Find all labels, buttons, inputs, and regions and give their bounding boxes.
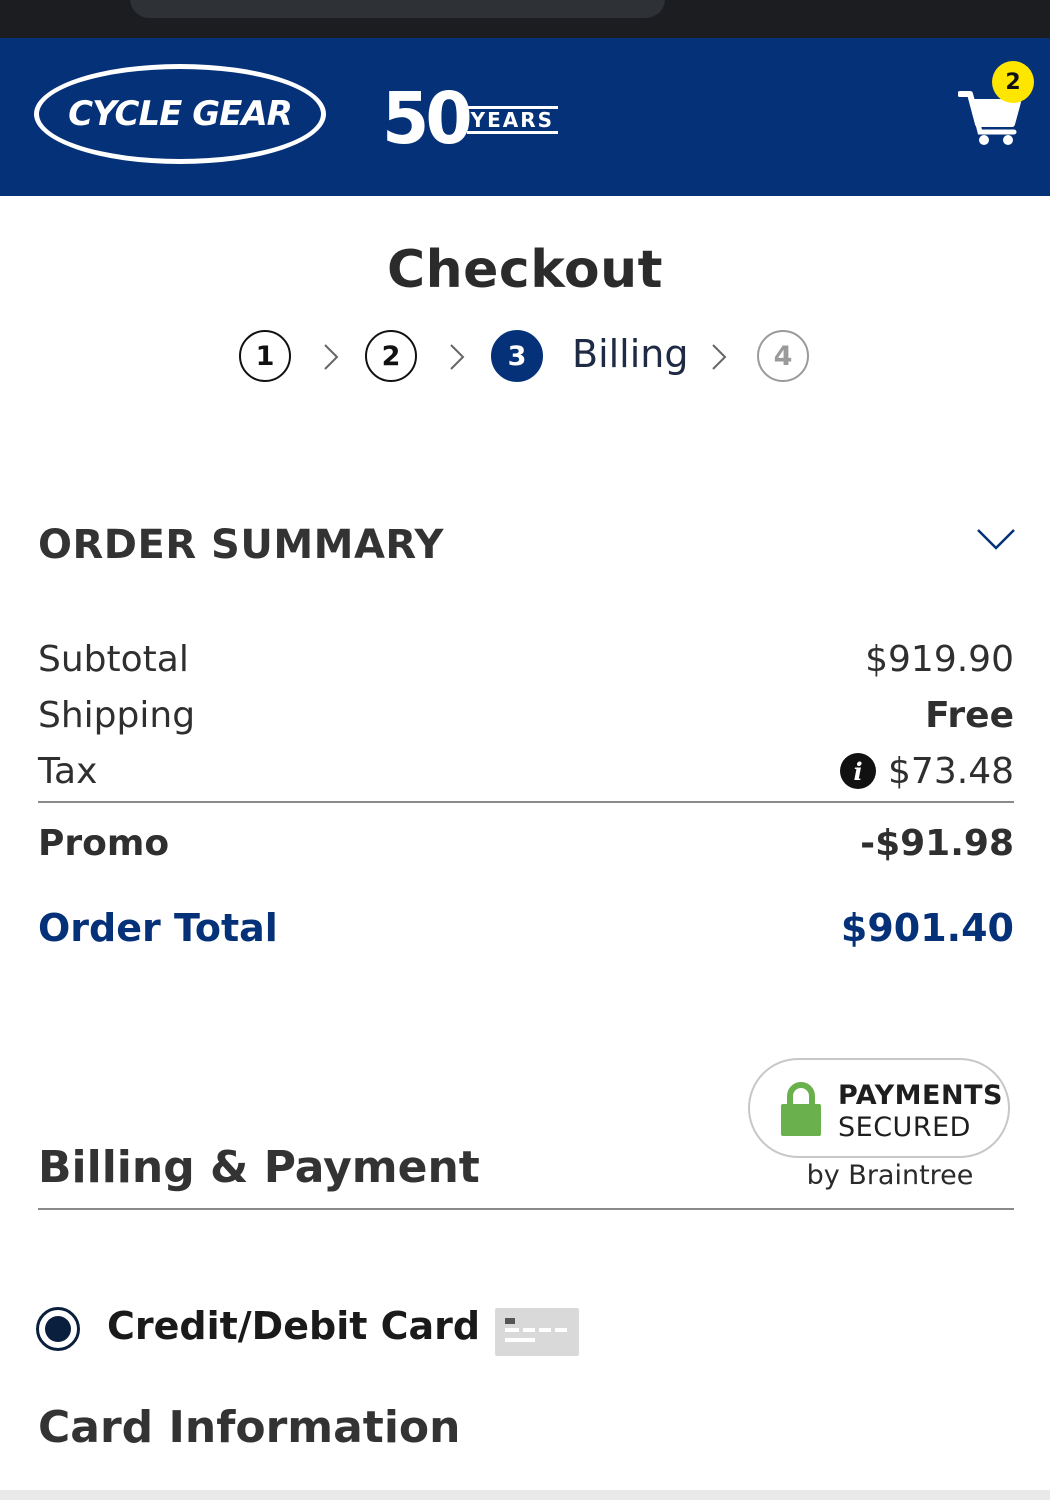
shipping-row: Shipping Free bbox=[38, 690, 1014, 740]
camera-notch bbox=[130, 0, 665, 18]
shipping-value: Free bbox=[925, 694, 1014, 736]
anniversary-word: YEARS bbox=[466, 106, 559, 134]
step-4: 4 bbox=[757, 330, 809, 382]
credit-card-icon bbox=[495, 1308, 579, 1356]
order-total-value: $901.40 bbox=[840, 906, 1014, 950]
tax-row: Tax i $73.48 bbox=[38, 746, 1014, 796]
step-3: 3 bbox=[491, 330, 543, 382]
step-3-label: Billing bbox=[572, 332, 689, 376]
subtotal-label: Subtotal bbox=[38, 638, 189, 680]
billing-payment-title: Billing & Payment bbox=[38, 1142, 480, 1193]
site-header: CYCLE GEAR 50 YEARS bbox=[0, 38, 1050, 196]
radio-selected-dot bbox=[45, 1316, 71, 1342]
chevron-down-icon[interactable] bbox=[975, 524, 1017, 554]
cycle-gear-logo[interactable]: CYCLE GEAR bbox=[34, 64, 326, 164]
billing-divider bbox=[38, 1208, 1014, 1210]
tax-value: $73.48 bbox=[888, 750, 1014, 792]
chevron-right-icon bbox=[450, 344, 465, 370]
braintree-caption: by Braintree bbox=[806, 1160, 974, 1191]
order-summary-title[interactable]: ORDER SUMMARY bbox=[38, 522, 444, 568]
credit-card-option-label[interactable]: Credit/Debit Card bbox=[107, 1304, 480, 1348]
payments-secured-badge: PAYMENTS SECURED bbox=[748, 1058, 1010, 1158]
chevron-right-icon bbox=[324, 344, 339, 370]
device-status-bar bbox=[0, 0, 1050, 38]
order-total-label: Order Total bbox=[38, 906, 278, 950]
promo-row: Promo -$91.98 bbox=[38, 818, 1014, 868]
chevron-right-icon bbox=[712, 344, 727, 370]
page-title: Checkout bbox=[386, 240, 664, 300]
fifty-years-badge: 50 YEARS bbox=[382, 78, 559, 161]
tax-label: Tax bbox=[38, 750, 98, 792]
step-1[interactable]: 1 bbox=[239, 330, 291, 382]
anniversary-number: 50 bbox=[382, 78, 473, 161]
brand-name: CYCLE GEAR bbox=[68, 94, 293, 134]
cart-count-badge: 2 bbox=[992, 61, 1034, 103]
promo-label: Promo bbox=[38, 822, 170, 864]
card-information-title: Card Information bbox=[38, 1402, 461, 1453]
order-total-row: Order Total $901.40 bbox=[38, 903, 1014, 953]
bottom-edge bbox=[0, 1490, 1050, 1500]
step-2[interactable]: 2 bbox=[365, 330, 417, 382]
subtotal-row: Subtotal $919.90 bbox=[38, 634, 1014, 684]
credit-card-radio[interactable] bbox=[36, 1307, 80, 1351]
shipping-label: Shipping bbox=[38, 694, 196, 736]
info-icon[interactable]: i bbox=[840, 753, 877, 789]
subtotal-value: $919.90 bbox=[865, 638, 1014, 680]
summary-divider bbox=[38, 801, 1014, 803]
secure-badge-line2: SECURED bbox=[838, 1112, 971, 1143]
secure-badge-line1: PAYMENTS bbox=[838, 1080, 1003, 1111]
lock-icon bbox=[781, 1082, 821, 1136]
promo-value: -$91.98 bbox=[860, 822, 1014, 864]
tax-value-group: i $73.48 bbox=[840, 751, 1014, 792]
